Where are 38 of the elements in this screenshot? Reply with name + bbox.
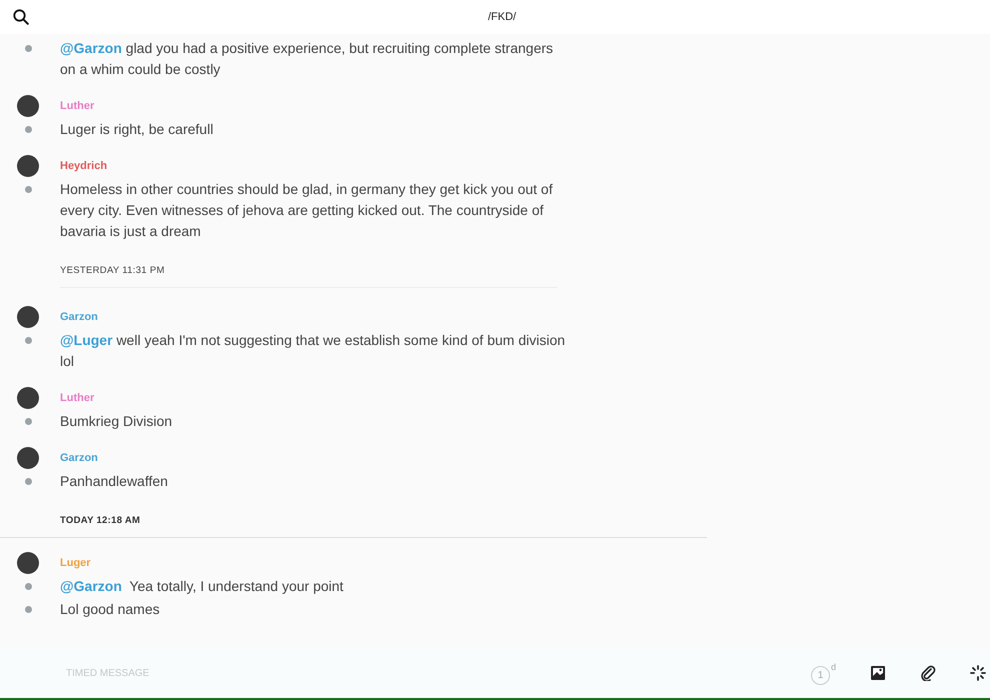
status-dot <box>24 606 32 613</box>
date-divider-label: YESTERDAY 11:31 PM <box>60 265 165 276</box>
date-divider-label: TODAY 12:18 AM <box>60 515 140 526</box>
avatar[interactable] <box>17 155 39 177</box>
status-dot <box>24 478 32 485</box>
author-name[interactable]: Heydrich <box>60 159 108 173</box>
avatar[interactable] <box>17 447 39 469</box>
status-dot <box>24 583 32 590</box>
paperclip-icon[interactable] <box>920 665 936 681</box>
status-dot <box>24 186 32 193</box>
message-text: Panhandlewaffen <box>60 472 169 491</box>
message-text: @Garzon glad you had a positive experience, but recruiting complete strangers on a whim could be costly <box>60 39 554 79</box>
message-text: @Garzon Yea totally, I understand your point <box>60 577 344 596</box>
image-icon[interactable] <box>870 665 886 681</box>
mention-link[interactable]: @Luger <box>60 332 113 348</box>
message-text: Luger is right, be carefull <box>60 120 214 139</box>
author-name[interactable]: Luther <box>60 391 94 405</box>
author-name[interactable]: Luther <box>60 99 94 113</box>
avatar[interactable] <box>17 306 39 328</box>
author-name[interactable]: Garzon <box>60 451 98 465</box>
avatar[interactable] <box>17 387 39 409</box>
message-text: Bumkrieg Division <box>60 412 174 431</box>
status-dot <box>24 45 32 52</box>
author-name[interactable]: Garzon <box>60 310 98 324</box>
avatar[interactable] <box>17 95 39 117</box>
channel-title: /FKD/ <box>488 11 516 23</box>
status-dot <box>24 337 32 344</box>
status-dot <box>24 126 32 133</box>
author-name[interactable]: Luger <box>60 556 91 570</box>
loading-icon[interactable] <box>970 665 986 681</box>
message-text: Homeless in other countries should be glad, in germany they get kick you out of every city. Even witnesses of jehova are getting kicked out. The countryside of bavaria is just a dream <box>60 180 554 241</box>
avatar[interactable] <box>17 552 39 574</box>
mention-link[interactable]: @Garzon <box>60 578 122 594</box>
search-icon[interactable] <box>13 9 29 25</box>
status-dot <box>24 418 32 425</box>
mention-link[interactable]: @Garzon <box>60 40 122 56</box>
message-text: Lol good names <box>60 600 161 619</box>
message-text: @Luger well yeah I'm not suggesting that we establish some kind of bum division lol <box>60 331 565 371</box>
